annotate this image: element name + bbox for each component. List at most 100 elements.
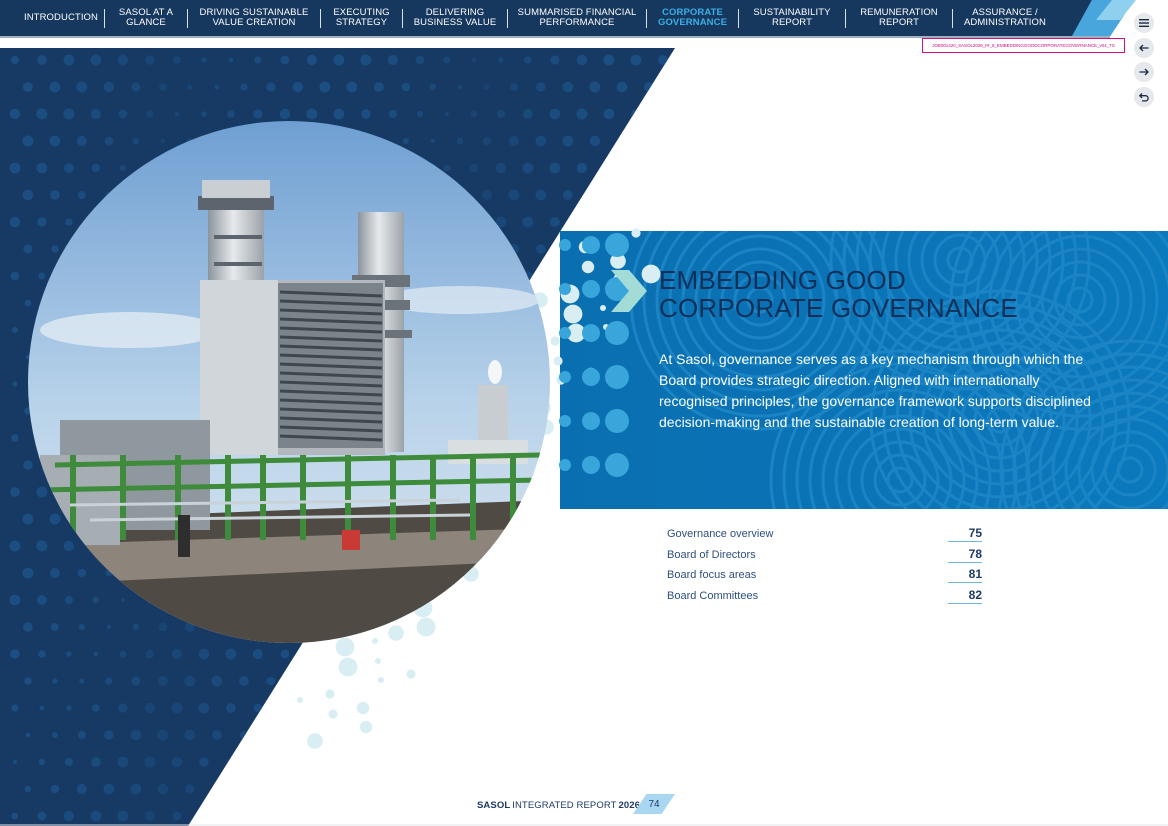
nav-item-delivering-business-value[interactable]: DELIVERING BUSINESS VALUE [403,7,507,29]
pattern-dot [36,108,48,120]
pattern-dot [552,327,558,333]
pattern-dot [333,108,345,120]
pattern-dot [38,758,45,766]
pattern-dot [563,304,583,324]
nav-item-assurance-administration[interactable]: ASSURANCE / ADMINISTRATION [953,7,1057,29]
pattern-dot [281,704,289,712]
pattern-dot [657,55,668,65]
pattern-dot [292,81,304,93]
pattern-dot [335,637,355,657]
toc-item-board-of-directors[interactable]: Board of Directors 78 [667,545,982,566]
pattern-dot [104,136,114,146]
pattern-dot [22,567,34,579]
pattern-dot [240,83,248,91]
pattern-dot [158,622,168,632]
pattern-dot [255,759,261,765]
nav-item-driving-sustainable-value-creation[interactable]: DRIVING SUSTAINABLE VALUE CREATION [188,7,320,29]
pattern-dot [535,135,547,147]
pattern-dot [482,730,492,740]
pattern-dot [9,594,21,606]
pattern-dot [211,675,223,687]
nav-item-introduction[interactable]: INTRODUCTION [18,12,104,24]
pattern-dot [582,236,600,254]
pipe-column [120,455,126,540]
pipe-column [225,455,231,540]
pattern-dot [535,567,547,579]
pattern-dot [536,244,546,254]
intro-paragraph: At Sasol, governance serves as a key mec… [659,351,1091,430]
pipe-column [260,455,266,540]
pattern-dot [481,189,492,201]
toc-item-board-committees[interactable]: Board Committees 82 [667,586,982,607]
pattern-dot [49,513,61,525]
toc-item-board-focus-areas[interactable]: Board focus areas 81 [667,565,982,586]
pattern-dot [559,327,571,339]
pattern-dot [495,648,507,660]
pattern-dot [414,702,426,714]
pattern-dot [564,678,571,684]
pattern-dot [253,703,263,713]
toc-item-page: 82 [948,588,982,604]
nav-item-sasol-at-a-glance[interactable]: SASOL AT A GLANCE [105,7,187,29]
pattern-dot [400,783,412,795]
pattern-dot [389,650,397,658]
nav-item-label: STRATEGY [335,17,388,28]
toc-item-page: 78 [948,547,982,563]
pattern-dot [400,729,412,741]
pattern-dot [630,54,642,66]
pattern-dot [414,811,425,821]
pattern-dot [23,622,33,632]
menu-button[interactable] [1134,13,1154,33]
pattern-dot [241,786,247,792]
nav-item-remuneration-report[interactable]: REMUNERATION REPORT [846,7,952,29]
pattern-dot [39,705,45,711]
pattern-dot [582,368,600,386]
pattern-dot [522,216,534,228]
pattern-dot [66,651,72,657]
nav-item-executing-strategy[interactable]: EXECUTING STRATEGY [321,7,402,29]
pattern-dot [325,689,335,699]
pattern-dot [523,704,532,712]
pattern-dot [646,570,652,576]
pattern-dot [130,729,142,741]
pattern-dot [360,756,371,768]
nav-item-label: GLANCE [126,17,166,28]
pattern-dot [9,487,20,497]
pattern-dot [157,783,169,795]
pattern-dot [104,730,114,740]
pipe-column [390,455,396,540]
pattern-dot [605,596,613,604]
pattern-dot [565,732,571,738]
nav-item-summarised-financial-performance[interactable]: SUMMARISED FINANCIAL PERFORMANCE [508,7,646,29]
pattern-dot [481,621,493,633]
nav-item-corporate-governance[interactable]: CORPORATE GOVERNANCE [647,7,738,29]
pattern-dot [266,676,276,686]
footer-brand: SASOL [477,799,511,811]
pattern-dot [51,732,58,738]
pattern-dot [497,758,505,766]
pattern-dot [657,756,669,768]
pattern-dot [24,677,32,685]
nav-item-sustainability-report[interactable]: SUSTAINABILITY REPORT [739,7,845,29]
pattern-dot [481,568,492,578]
pattern-dot [441,702,453,714]
pattern-dot [604,541,614,551]
pattern-dot [131,676,141,686]
pattern-dot [563,785,572,793]
pattern-dot [550,336,560,346]
hamburger-menu-icon [1139,19,1149,27]
pattern-dot [657,703,668,713]
pattern-dot [22,189,34,201]
toc-item-governance-overview[interactable]: Governance overview 75 [667,524,982,545]
pattern-dot [37,811,47,821]
pattern-dot [619,624,625,630]
pattern-dot [406,669,416,679]
pattern-dot [373,783,385,795]
pattern-dot [578,650,586,658]
pattern-dot [294,677,302,685]
pattern-dot [672,516,675,522]
pattern-dot [9,540,21,552]
nav-separator [738,8,739,28]
pattern-dot [90,54,102,66]
toc-item-label: Board focus areas [667,569,757,582]
